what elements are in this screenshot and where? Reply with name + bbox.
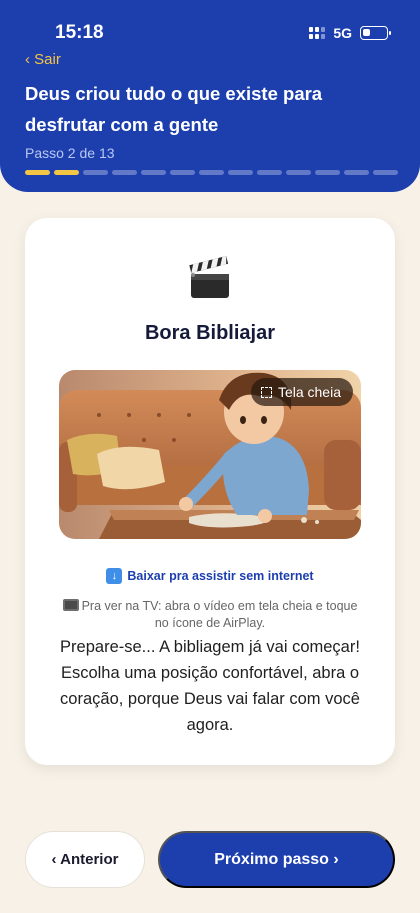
status-bar: 15:18 5G — [0, 0, 420, 60]
progress-segment — [83, 170, 108, 175]
progress-segment — [373, 170, 398, 175]
header: 15:18 5G ‹ Sair Deus criou tudo o que ex… — [0, 0, 420, 192]
progress-segment — [141, 170, 166, 175]
progress-segment — [228, 170, 253, 175]
progress-bar — [25, 170, 398, 175]
progress-segment — [199, 170, 224, 175]
clapperboard-icon — [187, 256, 233, 306]
progress-segment — [112, 170, 137, 175]
tv-icon — [62, 599, 79, 611]
fullscreen-label: Tela cheia — [277, 384, 341, 400]
battery-icon — [360, 26, 391, 40]
progress-segment — [286, 170, 311, 175]
battery-level — [363, 29, 370, 36]
intro-text: Prepare-se... A bibliagem já vai começar… — [60, 638, 360, 734]
progress-segment — [344, 170, 369, 175]
status-icons: 5G — [309, 25, 391, 41]
progress-segment — [170, 170, 195, 175]
download-label: Baixar pra assistir sem internet — [127, 569, 314, 583]
progress-segment — [315, 170, 340, 175]
tv-tip: Pra ver na TV: abra o vídeo em tela chei… — [55, 598, 365, 632]
video-player[interactable]: Tela cheia — [59, 370, 361, 539]
progress-segment — [257, 170, 282, 175]
page-title: Deus criou tudo o que existe para desfru… — [25, 83, 323, 135]
clock: 15:18 — [55, 22, 104, 43]
fullscreen-button[interactable]: Tela cheia — [250, 378, 353, 406]
next-step-button[interactable]: Próximo passo › — [158, 831, 395, 888]
download-icon: ↓ — [106, 568, 123, 584]
network-label: 5G — [333, 25, 352, 41]
card-title: Bora Bibliajar — [144, 322, 276, 344]
fullscreen-icon — [260, 386, 272, 398]
signal-icon — [309, 27, 326, 39]
progress-segment — [25, 170, 50, 175]
progress-segment — [54, 170, 79, 175]
exit-link[interactable]: ‹ Sair — [25, 51, 61, 68]
previous-button[interactable]: ‹ Anterior — [25, 831, 145, 888]
lesson-card: Bora Bibliajar Tela cheia ↓ Baixar pra a… — [25, 218, 395, 765]
tv-tip-text: Pra ver na TV: abra o vídeo em tela chei… — [81, 599, 358, 630]
download-button[interactable]: ↓ Baixar pra assistir sem internet — [25, 568, 395, 584]
step-counter: Passo 2 de 13 — [25, 145, 115, 161]
